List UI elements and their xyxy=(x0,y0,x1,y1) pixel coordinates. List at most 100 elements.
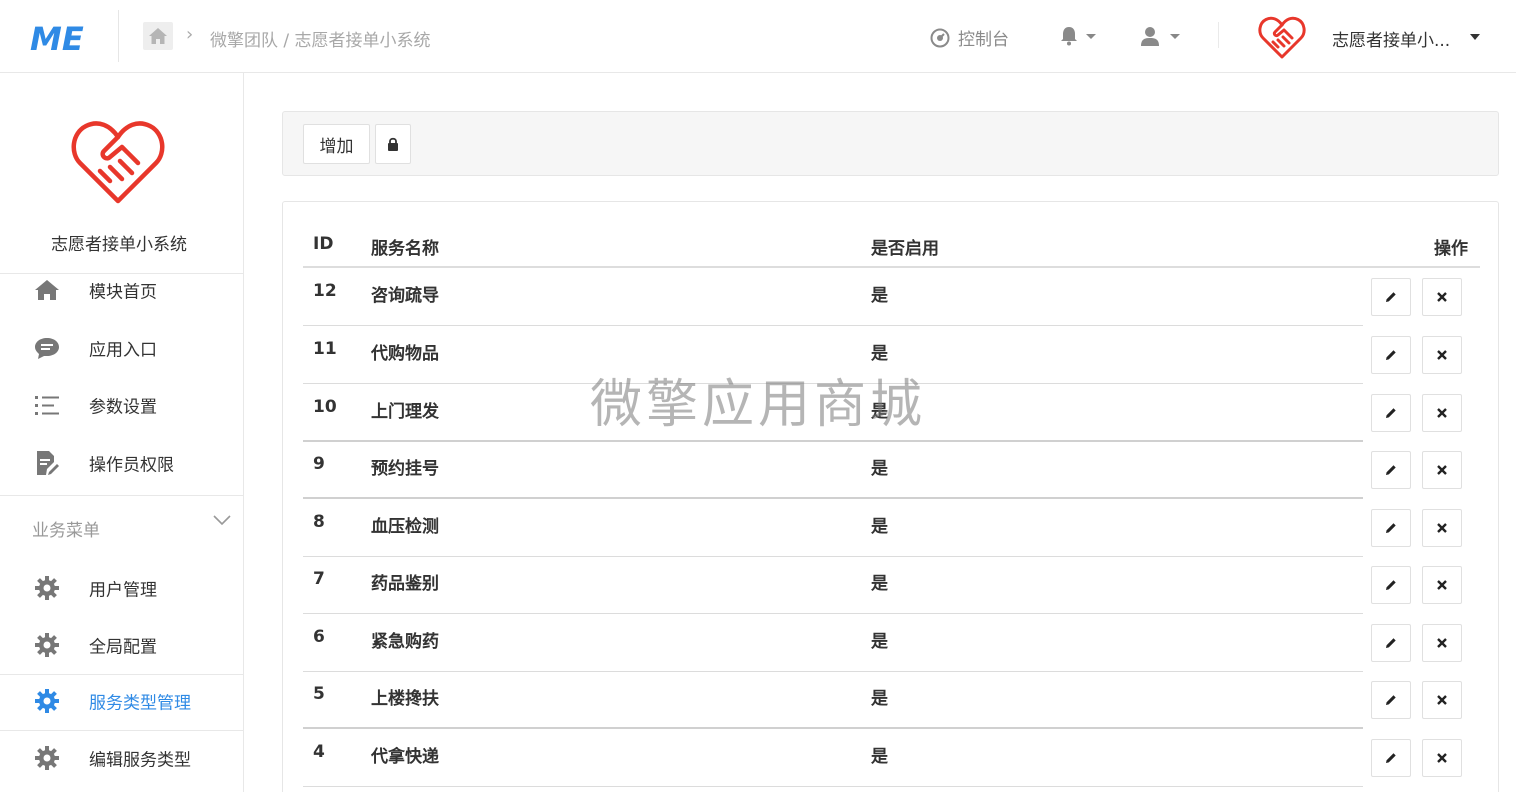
close-icon xyxy=(1437,695,1447,705)
edit-button[interactable] xyxy=(1371,566,1411,604)
pencil-icon xyxy=(1386,695,1396,705)
edit-button[interactable] xyxy=(1371,451,1411,489)
cell-enabled: 是 xyxy=(871,459,888,479)
pencil-icon xyxy=(1386,350,1396,360)
lock-button[interactable] xyxy=(375,124,411,164)
delete-button[interactable] xyxy=(1422,624,1462,662)
bell-icon xyxy=(1061,27,1077,46)
edit-button[interactable] xyxy=(1371,681,1411,719)
home-icon xyxy=(32,275,62,305)
divider xyxy=(0,495,244,496)
pencil-icon xyxy=(1386,580,1396,590)
cell-name: 血压检测 xyxy=(371,517,439,537)
table-row: 9 预约挂号 是 xyxy=(303,441,1480,499)
pencil-icon xyxy=(1386,753,1396,763)
cell-enabled: 是 xyxy=(871,344,888,364)
edit-button[interactable] xyxy=(1371,394,1411,432)
gear-icon xyxy=(32,743,62,773)
table-header: ID 服务名称 是否启用 操作 xyxy=(303,224,1480,268)
edit-button[interactable] xyxy=(1371,509,1411,547)
cell-id: 10 xyxy=(313,397,337,417)
edit-button[interactable] xyxy=(1371,624,1411,662)
delete-button[interactable] xyxy=(1422,278,1462,316)
cell-id: 9 xyxy=(313,454,325,474)
console-link[interactable]: 控制台 xyxy=(930,25,1009,50)
gear-icon xyxy=(32,573,62,603)
edit-button[interactable] xyxy=(1371,278,1411,316)
breadcrumb[interactable]: 微擎团队 / 志愿者接单小系统 xyxy=(210,26,431,51)
heart-handshake-icon[interactable] xyxy=(1258,15,1306,59)
close-icon xyxy=(1437,292,1447,302)
cell-id: 8 xyxy=(313,512,325,532)
delete-button[interactable] xyxy=(1422,566,1462,604)
toolbar: 增加 xyxy=(282,111,1499,176)
sidebar-item-user-management[interactable]: 用户管理 xyxy=(0,563,243,613)
cell-enabled: 是 xyxy=(871,632,888,652)
sidebar-item-edit-service-type[interactable]: 编辑服务类型 xyxy=(0,733,243,783)
notification-dropdown[interactable] xyxy=(1060,26,1096,46)
header-id: ID xyxy=(313,234,334,254)
service-type-table: ID 服务名称 是否启用 操作 12 咨询疏导是 11 代购物品是 10 上门理发是 9 预约… xyxy=(282,201,1499,792)
heart-handshake-icon xyxy=(71,121,165,204)
user-dropdown[interactable] xyxy=(1140,26,1180,46)
divider xyxy=(0,730,244,731)
row-divider xyxy=(303,786,1363,787)
header-actions: 操作 xyxy=(1434,239,1468,259)
home-button[interactable] xyxy=(143,22,173,50)
sidebar-item-params[interactable]: 参数设置 xyxy=(0,380,243,430)
delete-button[interactable] xyxy=(1422,681,1462,719)
me-logo-icon[interactable]: ME xyxy=(30,20,94,56)
sidebar-item-service-type-management[interactable]: 服务类型管理 xyxy=(0,676,243,726)
chat-icon xyxy=(32,333,62,363)
close-icon xyxy=(1437,523,1447,533)
sidebar-item-global-config[interactable]: 全局配置 xyxy=(0,620,243,670)
caret-down-icon xyxy=(1170,33,1180,39)
sidebar-item-app-entry[interactable]: 应用入口 xyxy=(0,323,243,373)
delete-button[interactable] xyxy=(1422,509,1462,547)
cell-id: 12 xyxy=(313,281,337,301)
header-name: 服务名称 xyxy=(371,239,439,259)
account-name[interactable]: 志愿者接单小... xyxy=(1332,26,1450,51)
svg-text:ME: ME xyxy=(30,20,84,56)
chevron-right-icon: › xyxy=(186,24,194,45)
close-icon xyxy=(1437,465,1447,475)
table-row: 12 咨询疏导 是 xyxy=(303,268,1480,326)
home-icon xyxy=(149,28,167,44)
header-enabled: 是否启用 xyxy=(871,239,939,259)
sidebar: 志愿者接单小系统 模块首页 应用入口 参数设置 操作员权限 业务菜单 用户管理 xyxy=(0,73,244,792)
cell-name: 咨询疏导 xyxy=(371,286,439,306)
pencil-icon xyxy=(1386,523,1396,533)
table-row: 6 紧急购药 是 xyxy=(303,614,1480,672)
divider xyxy=(118,10,119,62)
chevron-down-icon[interactable] xyxy=(213,514,231,526)
top-bar: ME › 微擎团队 / 志愿者接单小系统 控制台 志愿者接单小... xyxy=(0,0,1516,73)
table-row: 5 上楼搀扶 是 xyxy=(303,671,1480,729)
caret-down-icon[interactable] xyxy=(1470,34,1480,40)
sidebar-item-module-home[interactable]: 模块首页 xyxy=(0,265,243,315)
cell-enabled: 是 xyxy=(871,689,888,709)
divider xyxy=(0,674,244,675)
business-menu-title[interactable]: 业务菜单 xyxy=(32,516,100,541)
pencil-icon xyxy=(1386,638,1396,648)
pencil-icon xyxy=(1386,408,1396,418)
add-button[interactable]: 增加 xyxy=(303,124,370,164)
delete-button[interactable] xyxy=(1422,394,1462,432)
cell-name: 紧急购药 xyxy=(371,632,439,652)
sidebar-item-operator-permissions[interactable]: 操作员权限 xyxy=(0,438,243,488)
delete-button[interactable] xyxy=(1422,451,1462,489)
table-row: 8 血压检测 是 xyxy=(303,499,1480,557)
delete-button[interactable] xyxy=(1422,739,1462,777)
cell-enabled: 是 xyxy=(871,517,888,537)
delete-button[interactable] xyxy=(1422,336,1462,374)
cell-enabled: 是 xyxy=(871,747,888,767)
system-name: 志愿者接单小系统 xyxy=(51,235,187,255)
cell-id: 11 xyxy=(313,339,337,359)
divider xyxy=(1218,22,1219,48)
cell-name: 药品鉴别 xyxy=(371,574,439,594)
cell-name: 上楼搀扶 xyxy=(371,689,439,709)
edit-button[interactable] xyxy=(1371,739,1411,777)
caret-down-icon xyxy=(1086,33,1096,39)
edit-button[interactable] xyxy=(1371,336,1411,374)
dashboard-icon xyxy=(930,28,950,47)
edit-doc-icon xyxy=(32,448,62,478)
